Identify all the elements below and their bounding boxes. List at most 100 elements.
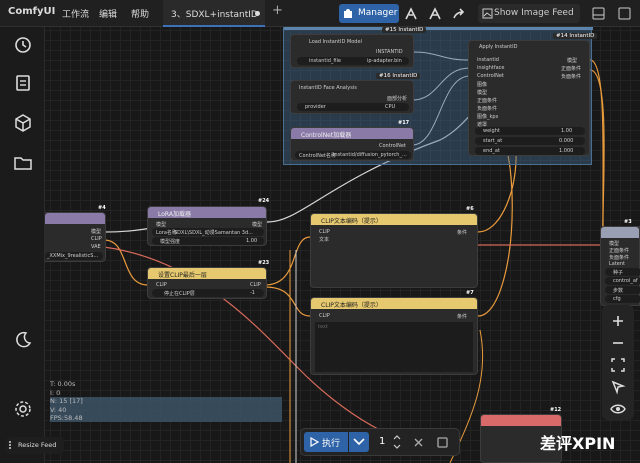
widget-label: instantid_file <box>309 58 341 64</box>
output-label: 正面条件 <box>561 66 582 72</box>
stop-icon[interactable] <box>437 437 448 448</box>
wire-clip-orange-2 <box>264 236 311 286</box>
run-button[interactable]: 执行 <box>304 432 348 452</box>
wire-clip-orange <box>103 239 149 286</box>
model-a-icon[interactable] <box>404 7 418 21</box>
node-title: CLIP文本编码（提示） <box>311 298 477 309</box>
bottom-panel-icon[interactable] <box>592 7 605 20</box>
input-label: CLIP <box>156 282 167 288</box>
node-header <box>601 227 639 238</box>
node-controlnet-loader[interactable]: ControlNet加载器 ControlNet ControlNet名称 in… <box>290 127 414 161</box>
widget-start-at[interactable]: start_at 0.000 <box>475 137 585 145</box>
widget-label: end_at <box>483 148 500 154</box>
node-canvas[interactable]: Load InstantID Model INSTANTID instantid… <box>0 0 640 463</box>
theme-toggle-icon[interactable] <box>13 330 33 350</box>
canvas-controls <box>602 305 634 420</box>
output-label: 模型 <box>567 58 578 64</box>
output-label: 模型 <box>252 222 263 228</box>
widget-value: instantid/diffusion_pytorch_... <box>333 152 407 158</box>
resize-feed-button[interactable]: Resize Feed <box>6 437 64 454</box>
add-tab-button[interactable]: + <box>272 3 283 18</box>
cancel-icon[interactable] <box>413 437 424 448</box>
widget-label: start_at <box>483 138 503 144</box>
workflows-icon[interactable] <box>13 153 33 173</box>
widget-model-strength[interactable]: 模型强度 1.00 <box>152 237 264 245</box>
fit-view-icon[interactable] <box>610 357 626 373</box>
wire-clip-orange-3 <box>264 286 311 317</box>
show-image-feed-button[interactable]: Show Image Feed <box>478 4 580 23</box>
node-library-icon[interactable] <box>13 73 33 93</box>
widget-seed[interactable]: 种子 <box>605 268 640 276</box>
output-label: 负面条件 <box>561 74 582 80</box>
app-logo[interactable]: ComfyUI <box>8 6 55 17</box>
settings-icon[interactable] <box>13 399 33 419</box>
widget-instantid-file[interactable]: instantid_file ip-adapter.bin <box>297 57 409 65</box>
node-load-instantid[interactable]: Load InstantID Model INSTANTID instantid… <box>290 34 414 68</box>
image-feed-icon <box>482 8 493 19</box>
prompt-textarea[interactable]: text <box>315 322 473 372</box>
model-b-icon[interactable] <box>428 7 442 21</box>
node-clip-skip[interactable]: 设置CLIP最后一层 CLIP CLIP 停止在CLIP层 -1 <box>147 267 267 299</box>
widget-cfg[interactable]: cfg <box>605 295 640 303</box>
widget-label: 步数 <box>613 288 624 294</box>
node-lora[interactable]: LoRA加载器 模型 模型 Lora名称 SDXL\SDXL_动漫Samanta… <box>147 206 267 246</box>
tab-title: 3、SDXL+instantID <box>171 10 258 20</box>
left-sidebar <box>0 27 45 463</box>
stepper-icon[interactable] <box>393 433 401 451</box>
zoom-out-icon[interactable] <box>610 335 626 351</box>
run-label: 执行 <box>322 439 341 449</box>
menu-help[interactable]: 帮助 <box>131 7 149 20</box>
input-label: 负面条件 <box>609 255 630 261</box>
node-id: #16 InstantID <box>376 73 421 79</box>
node-checkpoint[interactable]: 模型 CLIP VAE _XXMix_9realisticS... <box>44 212 106 262</box>
node-ksampler[interactable]: 模型 正面条件 负面条件 Latent 种子 control_af 步数 cfg <box>600 226 640 306</box>
fullscreen-icon[interactable] <box>618 7 631 20</box>
input-label: 图像 <box>477 82 488 88</box>
input-label: instantid <box>477 57 499 63</box>
node-title: InstantID Face Analysis <box>299 85 357 91</box>
node-clip-positive[interactable]: CLIP文本编码（提示） CLIP 文本 条件 <box>310 213 478 288</box>
input-label: 正面条件 <box>609 248 630 254</box>
zoom-in-icon[interactable] <box>610 313 626 329</box>
menu-edit[interactable]: 编辑 <box>99 7 117 20</box>
node-clip-negative[interactable]: CLIP文本编码（提示） CLIP 条件 text <box>310 297 478 375</box>
node-header <box>45 213 105 224</box>
widget-lora-name[interactable]: Lora名称 SDXL\SDXL_动漫Samantan 3d... <box>152 228 264 236</box>
widget-provider[interactable]: provider CPU <box>297 103 409 111</box>
node-title: 设置CLIP最后一层 <box>148 268 266 279</box>
widget-steps[interactable]: 步数 <box>605 286 640 294</box>
widget-controlnet-name[interactable]: ControlNet名称 instantid/diffusion_pytorch… <box>295 151 411 159</box>
widget-value: CPU <box>385 104 396 110</box>
chevron-down-icon <box>353 438 365 446</box>
input-label: 模型 <box>156 222 167 228</box>
tab-active[interactable]: 3、SDXL+instantID <box>163 0 265 27</box>
node-id: #14 InstantID <box>553 33 598 39</box>
menu-workflow[interactable]: 工作流 <box>62 7 89 20</box>
manager-button[interactable]: Manager <box>339 4 399 23</box>
output-label: INSTANTID <box>376 49 403 55</box>
widget-value: 1.00 <box>246 238 258 244</box>
node-id: #23 <box>258 260 270 266</box>
widget-control[interactable]: control_af <box>605 277 640 285</box>
model-library-icon[interactable] <box>13 113 33 133</box>
toggle-visibility-icon[interactable] <box>610 401 626 417</box>
batch-count[interactable]: 1 <box>379 436 385 447</box>
stat-fps: FPS:58.48 <box>50 414 83 422</box>
widget-weight[interactable]: weight 1.00 <box>475 127 585 135</box>
widget-end-at[interactable]: end_at 1.000 <box>475 147 585 155</box>
node-face-analysis[interactable]: InstantID Face Analysis 面部分析 provider CP… <box>290 80 414 114</box>
node-id: #7 <box>466 290 474 296</box>
share-icon[interactable] <box>452 7 466 21</box>
history-icon[interactable] <box>13 35 33 55</box>
widget-stop-at-clip[interactable]: 停止在CLIP层 -1 <box>152 289 264 297</box>
node-apply-instantid[interactable]: Apply InstantID instantid insightface Co… <box>468 40 590 156</box>
widget-ckpt-name[interactable]: _XXMix_9realisticS... <box>45 252 103 260</box>
select-mode-icon[interactable] <box>610 379 626 395</box>
stat-index: I: 0 <box>50 388 61 397</box>
run-options-button[interactable] <box>349 432 369 452</box>
node-title: LoRA加载器 <box>148 207 266 218</box>
puzzle-icon <box>344 9 352 18</box>
output-label: 条件 <box>457 230 468 236</box>
watermark-text: 差评XPIN <box>540 434 616 453</box>
node-id: #4 <box>98 205 106 211</box>
